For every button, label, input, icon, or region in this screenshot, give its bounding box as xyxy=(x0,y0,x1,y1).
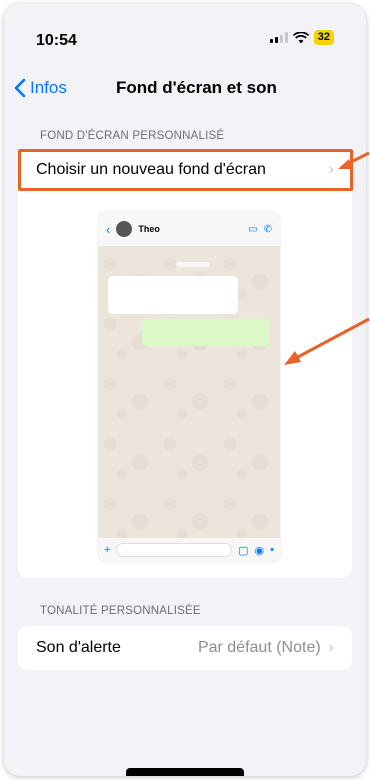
sticker-icon: ▢ xyxy=(238,544,249,557)
status-icons: 32 xyxy=(269,30,334,45)
preview-incoming-bubble xyxy=(108,276,238,314)
chevron-right-icon: › xyxy=(328,639,334,656)
tone-group: Son d'alerte Par défaut (Note) › xyxy=(18,626,352,670)
phone-screen: 10:54 32 Infos Fond d'écran et son FOND … xyxy=(4,4,366,776)
choose-wallpaper-row[interactable]: Choisir un nouveau fond d'écran › xyxy=(18,150,352,190)
preview-date-pill xyxy=(176,262,210,267)
wallpaper-preview[interactable]: ‹ Theo ▭ ✆ + ▢ ◉ • xyxy=(98,212,280,562)
alert-sound-label: Son d'alerte xyxy=(36,639,121,656)
page-title: Fond d'écran et son xyxy=(116,78,277,97)
preview-text-field xyxy=(116,543,233,557)
preview-outgoing-bubble xyxy=(142,319,270,346)
preview-contact-name: Theo xyxy=(138,224,160,234)
preview-input-bar: + ▢ ◉ • xyxy=(98,538,280,562)
chevron-left-icon xyxy=(14,78,26,98)
choose-wallpaper-label: Choisir un nouveau fond d'écran xyxy=(36,161,266,178)
battery-icon: 32 xyxy=(313,30,334,45)
chevron-left-icon: ‹ xyxy=(106,221,111,237)
back-button[interactable]: Infos xyxy=(14,78,67,98)
back-label: Infos xyxy=(30,78,67,97)
alert-sound-row[interactable]: Son d'alerte Par défaut (Note) › xyxy=(18,626,352,670)
microphone-icon: • xyxy=(270,544,274,556)
preview-chat-header: ‹ Theo ▭ ✆ xyxy=(98,212,280,246)
alert-sound-value: Par défaut (Note) xyxy=(197,639,321,656)
signal-icon xyxy=(269,32,288,43)
tone-section-header: TONALITÉ PERSONNALISÉE xyxy=(40,605,201,617)
avatar xyxy=(116,221,133,237)
video-call-icon: ▭ xyxy=(248,223,258,235)
camera-icon: ◉ xyxy=(254,544,265,557)
wallpaper-section-header: FOND D'ÉCRAN PERSONNALISÉ xyxy=(40,130,225,142)
wifi-icon xyxy=(292,31,309,43)
status-time: 10:54 xyxy=(36,32,77,49)
home-indicator xyxy=(126,768,244,776)
plus-icon: + xyxy=(104,544,111,556)
chevron-right-icon: › xyxy=(328,161,334,178)
phone-icon: ✆ xyxy=(263,223,272,235)
